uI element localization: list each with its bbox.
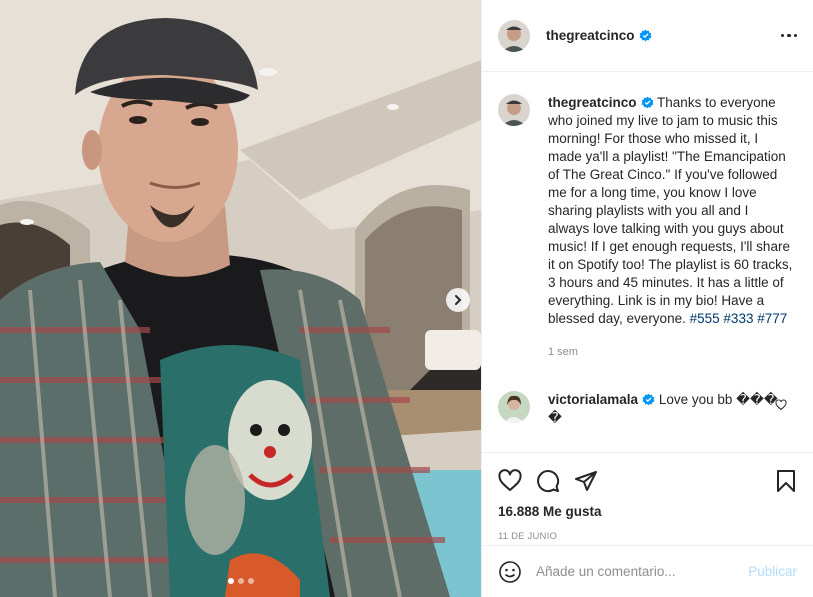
selfie-photo: [0, 0, 481, 597]
add-comment-bar: Publicar: [482, 545, 813, 597]
caption-body: thegreatcinco Thanks to everyone who joi…: [548, 94, 793, 361]
post-side-panel: thegreatcinco thegreatcinco Thanks to ev…: [481, 0, 813, 597]
more-options-button[interactable]: [780, 28, 797, 44]
avatar-image: [498, 19, 530, 52]
comment-bubble-icon[interactable]: [536, 469, 560, 493]
action-bar: [482, 453, 813, 498]
comment-input[interactable]: [536, 564, 736, 579]
hashtag-link[interactable]: #333: [723, 311, 753, 326]
avatar-image: [498, 391, 530, 423]
carousel-indicator: [0, 578, 481, 584]
post-date[interactable]: 11 DE JUNIO: [482, 519, 813, 542]
share-paper-plane-icon[interactable]: [574, 469, 598, 493]
verified-badge-icon: [639, 29, 651, 42]
caption-avatar[interactable]: [498, 94, 530, 126]
verified-badge-icon: [641, 96, 653, 109]
post-photo[interactable]: [0, 0, 481, 597]
like-heart-icon[interactable]: [498, 468, 522, 493]
author-username-text[interactable]: thegreatcinco: [546, 28, 635, 43]
carousel-next-button[interactable]: [446, 288, 470, 312]
instagram-post: thegreatcinco thegreatcinco Thanks to ev…: [0, 0, 813, 597]
hashtag-link[interactable]: #777: [757, 311, 787, 326]
chevron-right-icon: [455, 295, 462, 305]
post-caption: thegreatcinco Thanks to everyone who joi…: [482, 72, 813, 361]
author-avatar[interactable]: [498, 19, 530, 52]
comment-item: victorialamala Love you bb ��� �: [482, 361, 813, 427]
emoji-smiley-icon[interactable]: [498, 560, 522, 584]
commenter-avatar[interactable]: [498, 391, 530, 423]
comments-section: thegreatcinco Thanks to everyone who joi…: [482, 72, 813, 452]
carousel-dot: [247, 578, 254, 584]
publish-button[interactable]: Publicar: [748, 564, 797, 579]
carousel-dot: [237, 578, 244, 584]
save-bookmark-icon[interactable]: [775, 469, 797, 493]
author-username[interactable]: thegreatcinco: [546, 28, 652, 43]
caption-time[interactable]: 1 sem: [548, 343, 793, 361]
caption-text: Thanks to everyone who joined my live to…: [548, 95, 793, 326]
carousel-dot: [227, 578, 234, 584]
comment-body: victorialamala Love you bb ��� �: [548, 391, 778, 427]
post-actions-area: 16.888 Me gusta 11 DE JUNIO: [482, 452, 813, 542]
likes-count[interactable]: 16.888 Me gusta: [482, 498, 813, 519]
caption-username[interactable]: thegreatcinco: [548, 95, 637, 110]
commenter-username[interactable]: victorialamala: [548, 392, 638, 407]
hashtag-link[interactable]: #555: [690, 311, 720, 326]
avatar-image: [498, 94, 530, 126]
more-horizontal-icon: [780, 33, 784, 38]
like-comment-heart-icon[interactable]: [775, 399, 787, 411]
verified-badge-icon: [642, 393, 655, 406]
post-header: thegreatcinco: [482, 0, 813, 72]
